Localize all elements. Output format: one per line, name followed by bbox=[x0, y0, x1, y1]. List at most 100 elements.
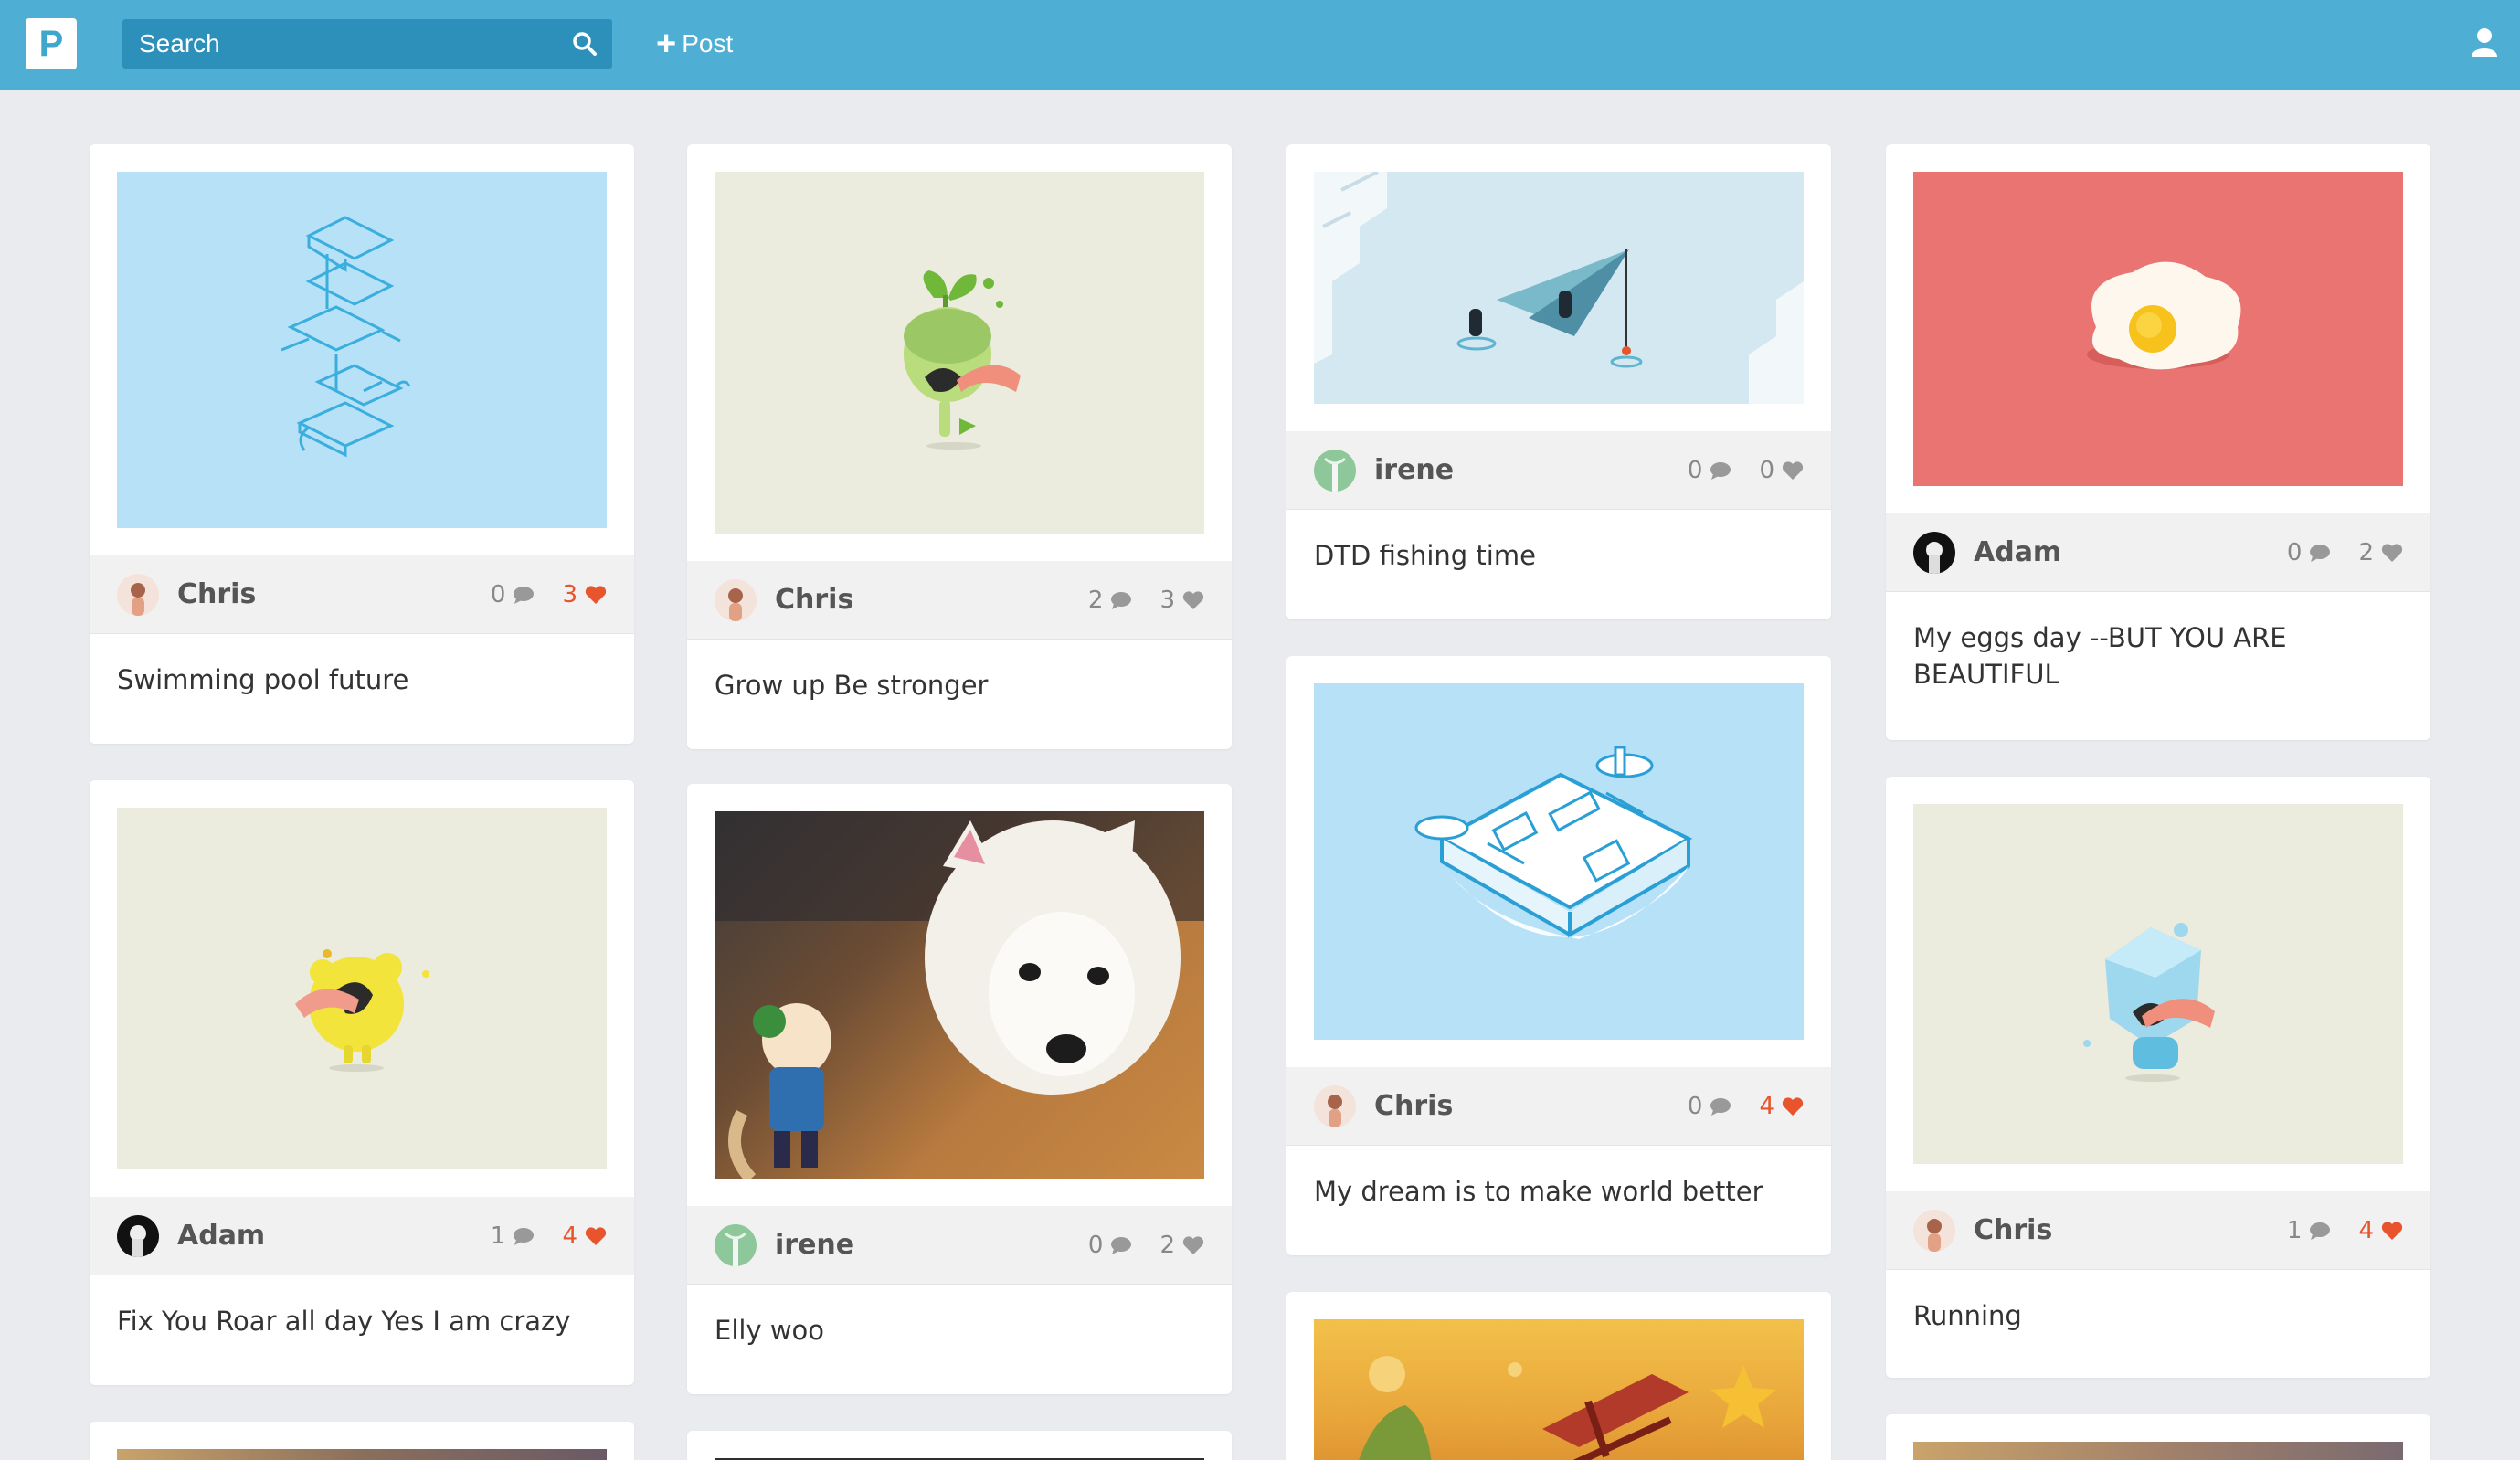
username[interactable]: Chris bbox=[1974, 1191, 2052, 1270]
username[interactable]: Chris bbox=[775, 561, 853, 640]
user-avatar[interactable] bbox=[1314, 1085, 1356, 1127]
heart-icon[interactable] bbox=[1182, 1235, 1204, 1255]
post-caption: My dream is to make world better bbox=[1314, 1176, 1763, 1207]
like-count[interactable]: 4 bbox=[2358, 1217, 2403, 1244]
post-image[interactable] bbox=[1913, 1442, 2403, 1460]
username[interactable]: Chris bbox=[1374, 1067, 1453, 1146]
username[interactable]: irene bbox=[775, 1206, 854, 1285]
post-card[interactable]: irene 0 2 Elly woo bbox=[687, 784, 1232, 1394]
post-image[interactable] bbox=[1913, 804, 2403, 1164]
comment-icon bbox=[1710, 1098, 1731, 1116]
yellow-monster-illustration bbox=[295, 949, 429, 1072]
post-button-label: Post bbox=[682, 29, 734, 58]
post-caption: Fix You Roar all day Yes I am crazy bbox=[117, 1306, 571, 1337]
top-bar: P + Post bbox=[0, 0, 2520, 90]
paper-plane-illustration bbox=[1314, 172, 1804, 404]
post-caption: Swimming pool future bbox=[117, 664, 409, 695]
comment-count[interactable]: 1 bbox=[2287, 1217, 2332, 1244]
post-card[interactable]: irene 0 0 DTD fishing time bbox=[1286, 144, 1831, 619]
post-caption: Grow up Be stronger bbox=[715, 670, 989, 701]
post-card[interactable] bbox=[1886, 1414, 2430, 1460]
post-card[interactable]: Chris 1 4 Running bbox=[1886, 777, 2430, 1378]
heart-icon[interactable] bbox=[2381, 1221, 2403, 1241]
post-card[interactable]: Chris 0 4 My dream is to make world bett… bbox=[1286, 656, 1831, 1255]
post-image[interactable] bbox=[1913, 172, 2403, 486]
user-avatar[interactable] bbox=[1913, 1210, 1955, 1252]
post-caption: Running bbox=[1913, 1300, 2022, 1331]
user-avatar[interactable] bbox=[715, 1224, 757, 1266]
like-count[interactable]: 4 bbox=[562, 1222, 607, 1250]
like-count[interactable]: 3 bbox=[562, 581, 607, 608]
comment-icon bbox=[1710, 462, 1731, 480]
white-dog-photo bbox=[715, 811, 1204, 1179]
app-logo[interactable]: P bbox=[26, 18, 77, 69]
blue-monster-illustration bbox=[2083, 923, 2215, 1082]
like-count[interactable]: 4 bbox=[1759, 1093, 1804, 1120]
post-meta: irene 0 0 bbox=[1286, 431, 1831, 510]
post-image[interactable] bbox=[117, 172, 607, 528]
post-card[interactable]: Adam 0 2 My eggs day --BUT YOU ARE BEAUT… bbox=[1886, 144, 2430, 740]
search-box[interactable] bbox=[122, 19, 612, 69]
comment-count[interactable]: 0 bbox=[1688, 1093, 1732, 1120]
post-image[interactable] bbox=[117, 808, 607, 1169]
post-meta: Chris 0 3 bbox=[90, 555, 634, 634]
username[interactable]: Adam bbox=[1974, 513, 2061, 592]
user-avatar[interactable] bbox=[117, 1215, 159, 1257]
isometric-phones-illustration bbox=[281, 216, 411, 458]
username[interactable]: Chris bbox=[177, 555, 256, 634]
post-meta: Adam 0 2 bbox=[1886, 513, 2430, 592]
user-avatar[interactable] bbox=[1314, 450, 1356, 492]
user-avatar[interactable] bbox=[117, 574, 159, 616]
heart-icon[interactable] bbox=[1182, 590, 1204, 610]
comment-icon bbox=[514, 1228, 535, 1245]
comment-count[interactable]: 0 bbox=[491, 581, 535, 608]
post-image[interactable] bbox=[1314, 1319, 1804, 1460]
search-input[interactable] bbox=[139, 19, 541, 69]
circuit-board-illustration bbox=[1414, 746, 1693, 939]
username[interactable]: irene bbox=[1374, 431, 1454, 510]
comment-count[interactable]: 1 bbox=[491, 1222, 535, 1250]
post-meta: Chris 0 4 bbox=[1286, 1067, 1831, 1146]
post-card[interactable]: Chris 2 3 Grow up Be stronger bbox=[687, 144, 1232, 749]
comment-count[interactable]: 0 bbox=[1088, 1232, 1133, 1259]
post-image[interactable] bbox=[1314, 683, 1804, 1040]
comment-icon bbox=[2310, 1222, 2331, 1240]
like-count[interactable]: 3 bbox=[1159, 587, 1204, 614]
post-image[interactable] bbox=[117, 1449, 607, 1460]
heart-icon[interactable] bbox=[1782, 460, 1804, 481]
like-count[interactable]: 2 bbox=[1159, 1232, 1204, 1259]
little-prince-illustration bbox=[1359, 1356, 1776, 1460]
like-count[interactable]: 2 bbox=[2358, 539, 2403, 566]
user-icon[interactable] bbox=[2471, 27, 2498, 57]
post-card[interactable]: Adam 1 4 Fix You Roar all day Yes I am c… bbox=[90, 780, 634, 1385]
post-meta: Chris 1 4 bbox=[1886, 1191, 2430, 1270]
post-card[interactable] bbox=[90, 1422, 634, 1460]
comment-count[interactable]: 0 bbox=[1688, 457, 1732, 484]
post-image[interactable] bbox=[715, 172, 1204, 534]
post-button[interactable]: + Post bbox=[656, 26, 733, 62]
comment-count[interactable]: 2 bbox=[1088, 587, 1133, 614]
post-caption: Elly woo bbox=[715, 1315, 825, 1346]
post-meta: Chris 2 3 bbox=[687, 561, 1232, 640]
heart-icon[interactable] bbox=[585, 1226, 607, 1246]
username[interactable]: Adam bbox=[177, 1197, 265, 1275]
fried-egg-illustration bbox=[2087, 261, 2241, 370]
heart-icon[interactable] bbox=[585, 585, 607, 605]
heart-icon[interactable] bbox=[2381, 543, 2403, 563]
post-image[interactable] bbox=[715, 811, 1204, 1179]
post-image[interactable] bbox=[1314, 172, 1804, 404]
post-card[interactable]: Chris 0 3 Swimming pool future bbox=[90, 144, 634, 744]
search-icon[interactable] bbox=[572, 31, 598, 57]
post-card[interactable] bbox=[687, 1431, 1232, 1460]
comment-icon bbox=[1111, 592, 1132, 609]
comment-count[interactable]: 0 bbox=[2287, 539, 2332, 566]
heart-icon[interactable] bbox=[1782, 1096, 1804, 1116]
post-caption: DTD fishing time bbox=[1314, 540, 1536, 571]
post-caption: My eggs day --BUT YOU ARE BEAUTIFUL bbox=[1913, 622, 2287, 690]
post-meta: irene 0 2 bbox=[687, 1206, 1232, 1285]
user-avatar[interactable] bbox=[1913, 532, 1955, 574]
post-card[interactable] bbox=[1286, 1292, 1831, 1460]
like-count[interactable]: 0 bbox=[1759, 457, 1804, 484]
user-avatar[interactable] bbox=[715, 579, 757, 621]
comment-icon bbox=[1111, 1237, 1132, 1254]
